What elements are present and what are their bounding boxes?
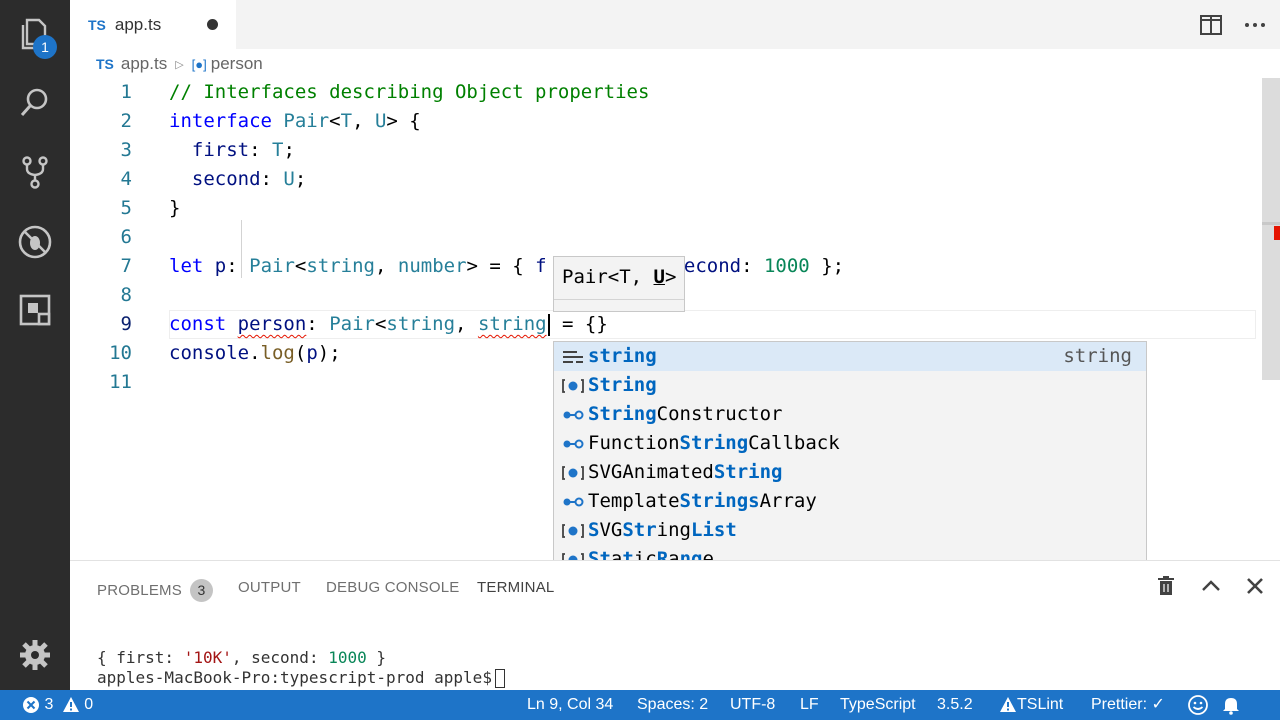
suggestion-label: string	[588, 345, 657, 367]
error-icon	[23, 696, 39, 713]
breadcrumb-file[interactable]: app.ts	[121, 54, 167, 74]
split-editor-icon[interactable]	[1200, 14, 1222, 36]
close-icon[interactable]	[1244, 575, 1266, 597]
cursor-position[interactable]: Ln 9, Col 34	[527, 690, 613, 720]
source-control-icon[interactable]	[15, 152, 55, 192]
problems-status[interactable]: 3 0	[22, 690, 93, 720]
symbol-variable-icon: [●]	[191, 56, 207, 72]
variable-icon	[563, 410, 584, 420]
tab-bar: TS app.ts	[70, 0, 1280, 49]
tab-terminal[interactable]: TERMINAL	[477, 579, 554, 596]
keyword-icon	[563, 351, 583, 363]
suggestion-label: TemplateStringsArray	[588, 490, 817, 512]
problems-count-badge: 3	[189, 579, 213, 602]
overview-ruler-cursor	[1262, 222, 1280, 225]
suggestion-label: SVGStringList	[588, 519, 737, 541]
explorer-badge: 1	[33, 35, 57, 59]
tslint-status[interactable]: TSLint	[999, 690, 1063, 720]
terminal-output: { first: '10K', second: 1000 }	[97, 648, 386, 667]
settings-gear-icon[interactable]	[15, 635, 55, 675]
language-mode[interactable]: TypeScript	[840, 690, 916, 720]
interface-icon	[562, 379, 584, 393]
parameter-hint: Pair<T, U>	[553, 256, 685, 312]
prettier-status[interactable]: Prettier: ✓	[1091, 690, 1165, 720]
trash-icon[interactable]	[1155, 575, 1177, 597]
notifications-bell-icon[interactable]	[1222, 690, 1240, 720]
code-line-4: second: U;	[191, 168, 307, 190]
encoding[interactable]: UTF-8	[730, 690, 775, 720]
unsaved-dot-icon[interactable]	[207, 19, 218, 30]
tab-output[interactable]: OUTPUT	[238, 579, 301, 596]
suggestion-label: String	[588, 374, 657, 396]
param-hint-divider	[554, 299, 684, 300]
extensions-icon[interactable]	[15, 290, 55, 330]
bottom-panel: PROBLEMS 3 OUTPUT DEBUG CONSOLE TERMINAL …	[70, 560, 1280, 690]
ts-version[interactable]: 3.5.2	[937, 690, 973, 720]
suggestion-item[interactable]: FunctionStringCallback	[554, 429, 1146, 458]
breadcrumb-symbol[interactable]: person	[211, 54, 263, 74]
line-number: 10	[109, 342, 132, 364]
suggestion-detail: string	[1063, 345, 1132, 367]
typescript-file-icon: TS	[96, 56, 114, 72]
tab-label: app.ts	[114, 14, 162, 34]
line-number: 6	[120, 226, 132, 248]
breadcrumb: TS app.ts ▷ [●] person	[96, 52, 263, 76]
code-line-1: // Interfaces describing Object properti…	[169, 81, 650, 103]
suggestion-item[interactable]: StringConstructor	[554, 400, 1146, 429]
error-count: 3	[44, 696, 54, 713]
tab-debug-console[interactable]: DEBUG CONSOLE	[326, 579, 459, 596]
code-line-3: first: T;	[191, 139, 295, 161]
end-of-line[interactable]: LF	[800, 690, 819, 720]
suggestion-item[interactable]: TemplateStringsArray	[554, 487, 1146, 516]
code-line-5: }	[169, 197, 181, 219]
variable-icon	[563, 439, 584, 449]
param-hint-after: >	[664, 266, 677, 288]
variable-icon	[563, 497, 584, 507]
line-number: 11	[109, 371, 132, 393]
param-hint-active: U	[653, 266, 665, 288]
line-number: 1	[120, 81, 132, 103]
suggestion-label: SVGAnimatedString	[588, 461, 783, 483]
chevron-right-icon: ▷	[175, 58, 184, 71]
interface-icon	[562, 524, 584, 538]
warning-count: 0	[84, 696, 94, 713]
warning-icon	[62, 696, 79, 712]
text-cursor	[547, 313, 550, 336]
line-number: 7	[120, 255, 132, 277]
feedback-smiley-icon[interactable]	[1188, 690, 1208, 720]
search-icon[interactable]	[15, 82, 55, 122]
status-bar: 3 0 Ln 9, Col 34 Spaces: 2 UTF-8 LF Type…	[0, 690, 1280, 720]
line-number: 3	[120, 139, 132, 161]
code-line-10: console.log(p);	[169, 342, 341, 364]
suggestion-label: StringConstructor	[588, 403, 783, 425]
tab-problems[interactable]: PROBLEMS 3	[97, 579, 213, 602]
code-line-7: let p: Pair<string, number> = { f , seco…	[169, 255, 845, 277]
more-actions-icon[interactable]	[1244, 14, 1266, 36]
code-line-2: interface Pair<T, U> {	[169, 110, 421, 132]
param-hint-before: Pair<T,	[562, 266, 654, 288]
suggestion-item[interactable]: String	[554, 371, 1146, 400]
chevron-up-icon[interactable]	[1200, 575, 1222, 597]
suggestion-item[interactable]: SVGAnimatedString	[554, 458, 1146, 487]
suggestion-item[interactable]: string string	[554, 342, 1146, 371]
warning-icon	[1000, 696, 1016, 712]
debug-icon[interactable]	[15, 222, 55, 262]
suggestion-label: FunctionStringCallback	[588, 432, 840, 454]
activity-bar: 1	[0, 0, 70, 690]
indentation[interactable]: Spaces: 2	[637, 690, 708, 720]
line-number: 5	[120, 197, 132, 219]
terminal-prompt[interactable]: apples-MacBook-Pro:typescript-prod apple…	[97, 668, 505, 688]
typescript-file-icon: TS	[88, 16, 106, 33]
tab-app-ts[interactable]: TS app.ts	[70, 0, 236, 49]
line-number: 9	[120, 313, 132, 335]
line-number: 8	[120, 284, 132, 306]
line-number: 4	[120, 168, 132, 190]
code-line-9: const person: Pair<string, string = {}	[169, 313, 608, 336]
terminal-cursor	[494, 669, 505, 688]
line-number: 2	[120, 110, 132, 132]
overview-ruler-error	[1274, 226, 1280, 240]
interface-icon	[562, 466, 584, 480]
suggestion-item[interactable]: SVGStringList	[554, 516, 1146, 545]
